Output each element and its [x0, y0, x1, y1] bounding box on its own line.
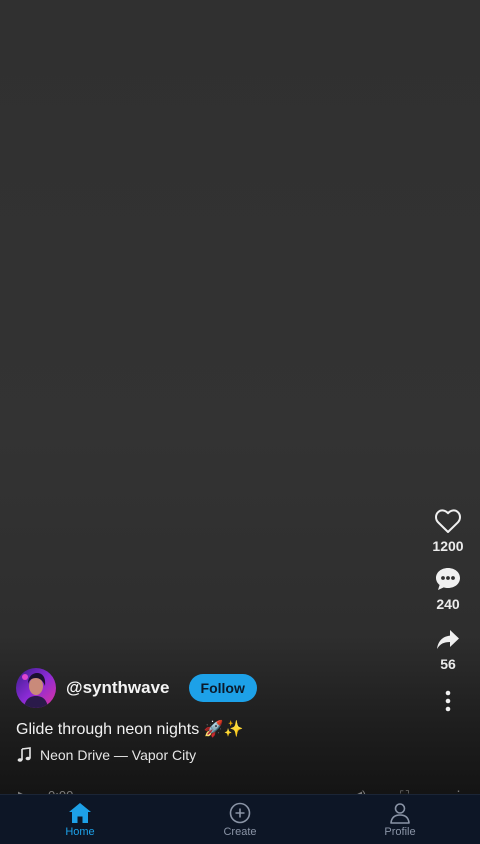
like-button[interactable]: 1200 [432, 508, 464, 554]
post-caption: Glide through neon nights 🚀✨ [16, 721, 244, 738]
comment-count: 240 [436, 596, 460, 612]
heart-outline-icon [435, 509, 461, 533]
avatar-image [16, 668, 56, 708]
plus-circle-icon [229, 802, 251, 824]
person-icon [390, 803, 410, 824]
like-count: 1200 [432, 538, 464, 554]
username[interactable]: @synthwave [66, 678, 170, 698]
app-root: 1200 240 56 @synthwave Follow Glide thro… [0, 0, 480, 844]
home-icon [69, 803, 91, 823]
vertical-dots-icon [445, 690, 451, 712]
nav-profile[interactable]: Profile [320, 795, 480, 844]
more-options-button[interactable] [444, 690, 452, 712]
nav-create-label: Create [223, 826, 257, 838]
avatar[interactable] [16, 668, 56, 708]
music-note-icon [17, 747, 31, 762]
action-rail: 1200 240 56 [426, 508, 470, 712]
bottom-nav: Home Create Profile [0, 794, 480, 844]
share-arrow-icon [437, 630, 459, 649]
nav-profile-label: Profile [384, 826, 416, 838]
comment-button[interactable]: 240 [434, 566, 462, 612]
share-button[interactable]: 56 [435, 628, 461, 672]
music-row[interactable]: Neon Drive — Vapor City [16, 747, 196, 763]
nav-home[interactable]: Home [0, 795, 160, 844]
follow-button[interactable]: Follow [188, 674, 257, 702]
music-title: Neon Drive — Vapor City [40, 747, 197, 763]
share-count: 56 [440, 656, 456, 672]
author-row: @synthwave Follow [16, 668, 257, 708]
nav-create[interactable]: Create [160, 795, 320, 844]
nav-home-label: Home [65, 826, 95, 838]
speech-bubble-icon [436, 568, 460, 590]
